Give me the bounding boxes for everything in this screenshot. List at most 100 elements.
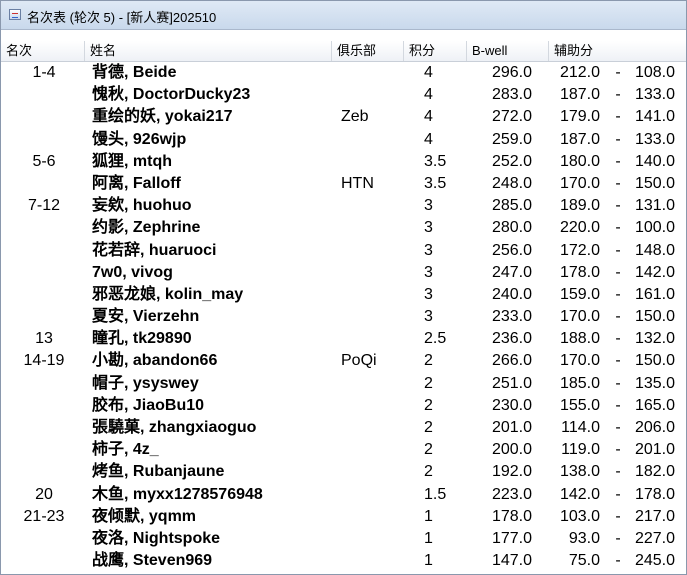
aux-score-2-cell: 178.0 [634, 485, 675, 503]
aux-score-2-cell: 227.0 [634, 529, 675, 547]
bwell-cell: 283.0 [491, 86, 532, 104]
aux-score-2-cell: 148.0 [634, 241, 675, 259]
title-bar[interactable]: 名次表 (轮次 5) - [新人赛]202510 [1, 1, 686, 30]
rank-cell [1, 173, 87, 195]
rank-cell: 20 [35, 485, 53, 503]
player-name-cell: 7w0, vivog [92, 263, 173, 281]
table-row[interactable]: 7w0, vivog 3 247.0 178.0-142.0 [1, 262, 686, 284]
window-title: 名次表 (轮次 5) - [新人赛]202510 [27, 10, 217, 25]
table-row[interactable]: 張驍菓, zhangxiaoguo 2 201.0 114.0-206.0 [1, 417, 686, 439]
aux-separator: - [615, 263, 621, 281]
bwell-cell: 201.0 [491, 419, 532, 436]
bwell-cell: 177.0 [491, 529, 532, 547]
aux-separator: - [615, 330, 621, 348]
aux-separator: - [615, 396, 621, 414]
aux-score-2-cell: 140.0 [634, 152, 675, 170]
table-row[interactable]: 夜洛, Nightspoke 1 177.0 93.0-227.0 [1, 528, 686, 550]
table-row[interactable]: 馒头, 926wjp 4 259.0 187.0-133.0 [1, 129, 686, 151]
table-row[interactable]: 帽子, ysyswey 2 251.0 185.0-135.0 [1, 373, 686, 395]
table-row[interactable]: 7-12 妄欸, huohuo 3 285.0 189.0-131.0 [1, 195, 686, 217]
rank-cell [1, 461, 87, 483]
rank-cell [1, 417, 87, 439]
aux-separator: - [615, 64, 621, 81]
column-header-bwell[interactable]: B-well [467, 41, 549, 61]
table-row[interactable]: 烤鱼, Rubanjaune 2 192.0 138.0-182.0 [1, 461, 686, 483]
points-cell: 2 [424, 441, 433, 459]
aux-score-1-cell: 75.0 [568, 552, 600, 570]
table-row[interactable]: 13 瞳孔, tk29890 2.5 236.0 188.0-132.0 [1, 328, 686, 350]
table-row[interactable]: 21-23 夜倾默, yqmm 1 178.0 103.0-217.0 [1, 506, 686, 528]
player-name-cell: 夜倾默, yqmm [92, 507, 197, 525]
points-cell: 4 [424, 64, 433, 81]
points-cell: 2 [424, 463, 433, 481]
bwell-cell: 256.0 [491, 241, 532, 259]
aux-score-1-cell: 103.0 [559, 507, 600, 525]
column-header-club[interactable]: 俱乐部 [332, 41, 404, 61]
aux-separator: - [615, 463, 621, 481]
aux-separator: - [615, 352, 621, 370]
table-row[interactable]: 战鹰, Steven969 1 147.0 75.0-245.0 [1, 550, 686, 572]
column-header-rank[interactable]: 名次 [1, 41, 85, 61]
table-row[interactable]: 阿离, Falloff HTN 3.5 248.0 170.0-150.0 [1, 173, 686, 195]
rank-cell: 21-23 [23, 507, 65, 525]
points-cell: 2 [424, 352, 433, 370]
aux-separator: - [615, 174, 621, 192]
player-name-cell: 胶布, JiaoBu10 [92, 396, 205, 414]
aux-score-1-cell: 138.0 [559, 463, 600, 481]
table-row[interactable]: 夏安, Vierzehn 3 233.0 170.0-150.0 [1, 306, 686, 328]
column-header-points[interactable]: 积分 [404, 41, 467, 61]
aux-score-1-cell: 180.0 [559, 152, 600, 170]
table-row[interactable]: 1-4 背德, Beide 4 296.0 212.0-108.0 [1, 62, 686, 84]
aux-score-2-cell: 135.0 [634, 374, 675, 392]
rank-cell: 13 [35, 330, 53, 348]
bwell-cell: 285.0 [491, 197, 532, 215]
points-cell: 3 [424, 241, 433, 259]
column-header-name[interactable]: 姓名 [85, 41, 332, 61]
aux-score-1-cell: 172.0 [559, 241, 600, 259]
rank-cell: 5-6 [32, 152, 56, 170]
aux-score-1-cell: 187.0 [559, 130, 600, 148]
points-cell: 1 [424, 507, 433, 525]
aux-separator: - [615, 441, 621, 459]
aux-score-1-cell: 170.0 [559, 174, 600, 192]
bwell-cell: 223.0 [491, 485, 532, 503]
column-header-aux[interactable]: 辅助分 [549, 41, 686, 61]
points-cell: 1 [424, 529, 433, 547]
table-row[interactable]: 邪恶龙娘, kolin_may 3 240.0 159.0-161.0 [1, 284, 686, 306]
table-row[interactable]: 愧秋, DoctorDucky23 4 283.0 187.0-133.0 [1, 84, 686, 106]
player-name-cell: 柿子, 4z_ [92, 441, 159, 459]
player-name-cell: 馒头, 926wjp [92, 130, 187, 148]
bwell-cell: 248.0 [491, 174, 532, 192]
table-row[interactable]: 重绘的妖, yokai217 Zeb 4 272.0 179.0-141.0 [1, 106, 686, 128]
table-row[interactable]: 20 木鱼, myxx1278576948 1.5 223.0 142.0-178.0 [1, 484, 686, 506]
aux-score-2-cell: 150.0 [634, 352, 675, 370]
table-row[interactable]: 花若辞, huaruoci 3 256.0 172.0-148.0 [1, 240, 686, 262]
aux-separator: - [615, 197, 621, 215]
table-row[interactable]: 5-6 狐狸, mtqh 3.5 252.0 180.0-140.0 [1, 151, 686, 173]
club-cell: HTN [341, 174, 374, 192]
column-header: 名次 姓名 俱乐部 积分 B-well 辅助分 [1, 41, 686, 62]
table-row[interactable]: 柿子, 4z_ 2 200.0 119.0-201.0 [1, 439, 686, 461]
player-name-cell: 夏安, Vierzehn [92, 308, 200, 326]
player-name-cell: 小勘, abandon66 [92, 352, 218, 370]
table-row[interactable]: 14-19 小勘, abandon66 PoQi 2 266.0 170.0-150.0 [1, 350, 686, 372]
aux-score-1-cell: 142.0 [559, 485, 600, 503]
aux-score-2-cell: 201.0 [634, 441, 675, 459]
aux-separator: - [615, 86, 621, 104]
aux-separator: - [615, 130, 621, 148]
aux-score-1-cell: 155.0 [559, 396, 600, 414]
aux-score-2-cell: 182.0 [634, 463, 675, 481]
player-name-cell: 夜洛, Nightspoke [92, 529, 221, 547]
bwell-cell: 147.0 [491, 552, 532, 570]
rank-cell [1, 262, 87, 284]
player-name-cell: 重绘的妖, yokai217 [92, 108, 233, 126]
bwell-cell: 252.0 [491, 152, 532, 170]
aux-separator: - [615, 507, 621, 525]
aux-score-1-cell: 187.0 [559, 86, 600, 104]
aux-score-1-cell: 93.0 [568, 529, 600, 547]
aux-score-1-cell: 179.0 [559, 108, 600, 126]
aux-score-2-cell: 141.0 [634, 108, 675, 126]
table-row[interactable]: 约影, Zephrine 3 280.0 220.0-100.0 [1, 217, 686, 239]
aux-separator: - [615, 552, 621, 570]
table-row[interactable]: 胶布, JiaoBu10 2 230.0 155.0-165.0 [1, 395, 686, 417]
